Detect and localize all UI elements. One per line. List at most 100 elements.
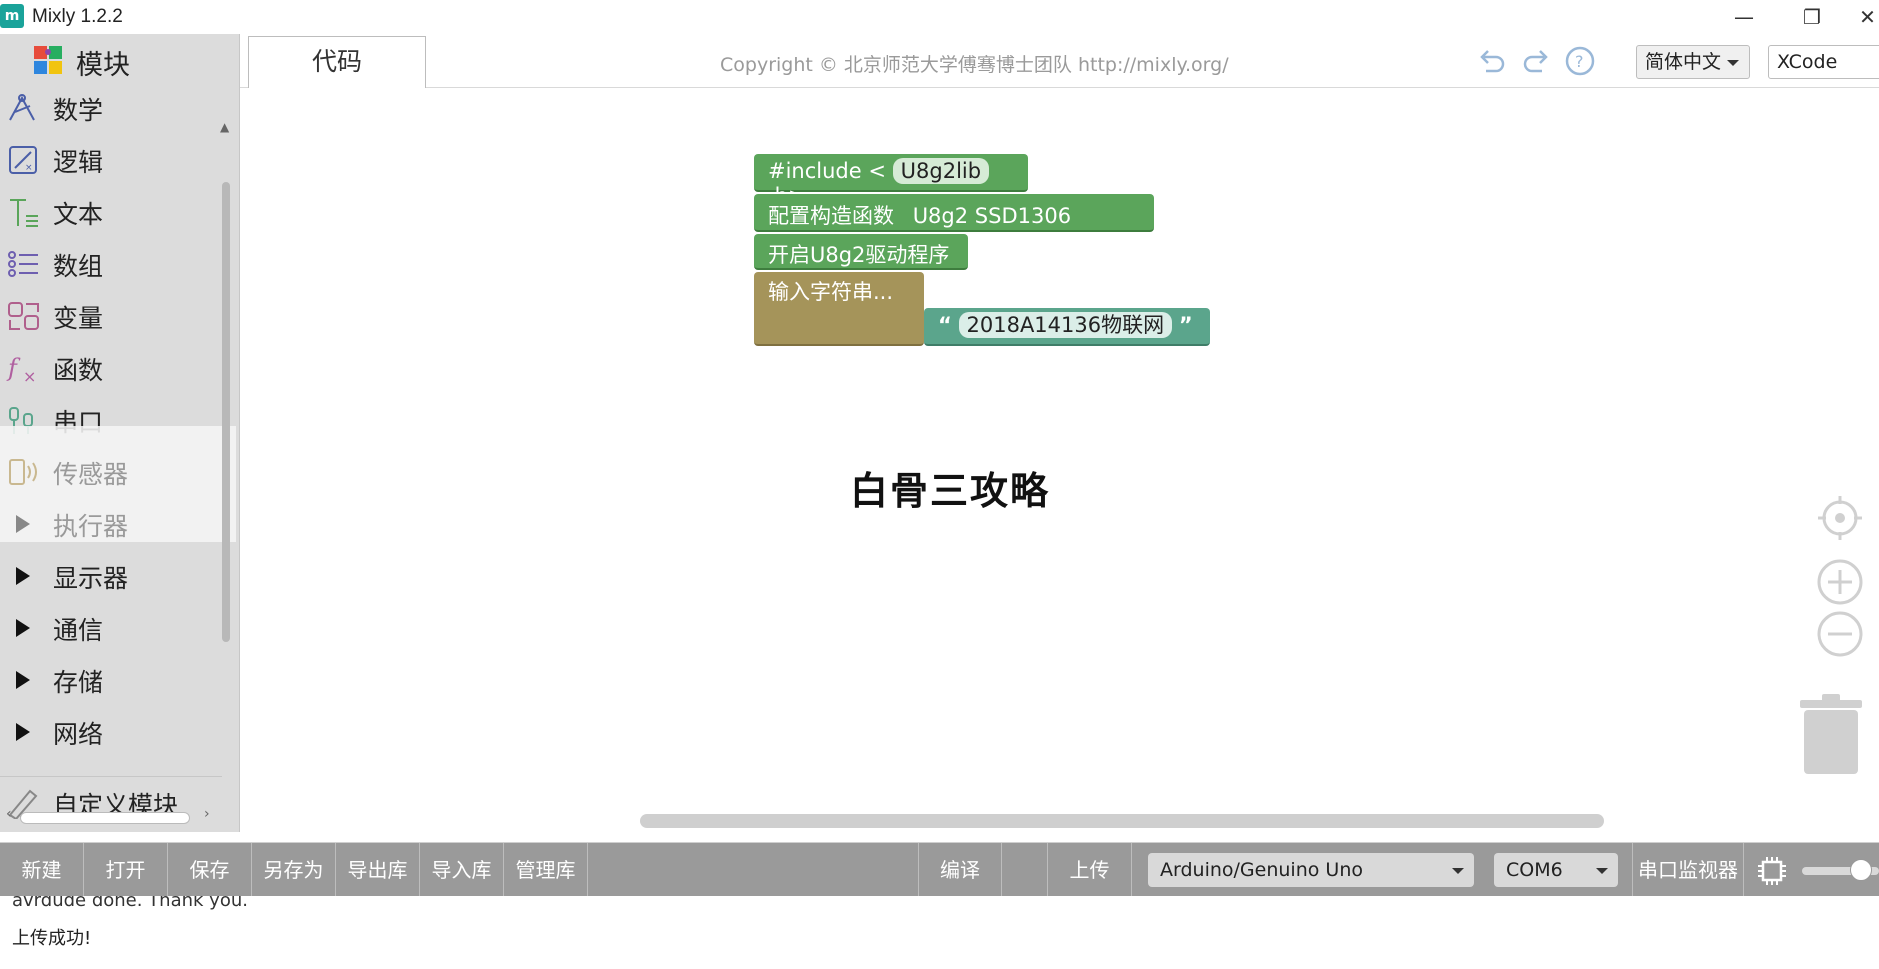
export-library-button[interactable]: 导出库	[336, 843, 420, 897]
title-bar: m Mixly 1.2.2 — ❐ ✕	[0, 0, 1879, 34]
slider-knob[interactable]	[1850, 859, 1872, 881]
language-select[interactable]: 简体中文	[1636, 45, 1750, 79]
sidebar-item-actuator[interactable]: 执行器	[0, 498, 222, 550]
console-line: avrdude done. Thank you.	[12, 896, 248, 911]
scroll-right-icon[interactable]: ›	[204, 806, 210, 822]
sidebar-item-sensor[interactable]: 传感器	[0, 446, 222, 498]
start-driver-block[interactable]: 开启U8g2驱动程序	[754, 234, 968, 270]
zoom-in-icon[interactable]	[1816, 558, 1864, 606]
port-value: COM6	[1506, 859, 1563, 881]
save-button[interactable]: 保存	[168, 843, 252, 897]
sidebar-item-display[interactable]: 显示器	[0, 550, 222, 602]
toolbar-separator	[1002, 843, 1048, 897]
start-driver-label: 开启U8g2驱动程序	[768, 243, 950, 267]
workspace-horizontal-scrollbar[interactable]	[640, 814, 1604, 828]
compile-button[interactable]: 编译	[918, 843, 1002, 897]
copyright-text: Copyright © 北京师范大学傅骞博士团队 http://mixly.or…	[720, 54, 1229, 76]
array-icon	[8, 251, 38, 277]
sensor-icon	[9, 459, 37, 485]
upload-button[interactable]: 上传	[1048, 843, 1132, 897]
variable-icon	[8, 302, 39, 330]
save-as-button[interactable]: 另存为	[252, 843, 336, 897]
new-button[interactable]: 新建	[0, 843, 84, 897]
scroll-left-icon[interactable]: ‹	[6, 806, 12, 822]
chip-icon[interactable]	[1756, 855, 1788, 887]
sidebar-item-function[interactable]: f × 函数	[0, 342, 222, 394]
include-prefix: #include <	[768, 159, 886, 183]
sidebar-item-label: 传感器	[53, 460, 129, 489]
zoom-out-icon[interactable]	[1816, 610, 1864, 658]
restore-button[interactable]: ❐	[1792, 4, 1832, 30]
sidebar-item-label: 存储	[53, 668, 104, 697]
minimize-button[interactable]: —	[1724, 4, 1764, 30]
center-target-icon[interactable]	[1816, 494, 1864, 542]
open-button[interactable]: 打开	[84, 843, 168, 897]
sidebar-item-label: 逻辑	[53, 148, 104, 177]
sidebar-item-storage[interactable]: 存储	[0, 654, 222, 706]
blockly-workspace[interactable]: #include < U8g2lib .h> 配置构造函数 U8g2 SSD13…	[240, 88, 1879, 832]
svg-text:f: f	[6, 354, 21, 382]
sidebar-item-label: 网络	[53, 720, 104, 749]
math-icon	[9, 94, 35, 121]
string-literal-block[interactable]: “ 2018A14136物联网 ”	[924, 308, 1210, 346]
svg-text:×: ×	[23, 367, 36, 384]
board-value: Arduino/Genuino Uno	[1160, 859, 1363, 881]
scrollbar-thumb[interactable]	[222, 182, 230, 642]
sidebar-horizontal-scrollbar[interactable]: ‹ ›	[6, 806, 216, 826]
language-value: 简体中文	[1645, 51, 1722, 73]
zoom-slider[interactable]	[1802, 859, 1879, 881]
close-quote-icon: ”	[1178, 313, 1193, 337]
help-icon[interactable]: ?	[1564, 45, 1596, 77]
sidebar-title: 模块	[76, 50, 130, 81]
sidebar-header: 模块	[0, 34, 239, 82]
redo-icon[interactable]	[1520, 45, 1552, 77]
puzzle-icon	[34, 46, 62, 74]
sidebar-item-variable[interactable]: 变量	[0, 290, 222, 342]
svg-text:?: ?	[1575, 52, 1584, 71]
sidebar-vertical-scrollbar[interactable]: ▲ ▼	[218, 82, 236, 822]
sidebar-item-array[interactable]: 数组	[0, 238, 222, 290]
trash-icon[interactable]	[1798, 694, 1864, 776]
text-icon	[10, 199, 38, 227]
sidebar-item-math[interactable]: 数学	[0, 82, 222, 134]
theme-select[interactable]: XCode	[1768, 45, 1879, 79]
sidebar-item-text[interactable]: 文本	[0, 186, 222, 238]
serial-monitor-button[interactable]: 串口监视器	[1632, 843, 1744, 897]
app-logo-icon: m	[0, 4, 24, 28]
expand-arrow-icon	[16, 567, 30, 585]
editor-topbar: 代码 Copyright © 北京师范大学傅骞博士团队 http://mixly…	[240, 34, 1879, 88]
logic-icon: ×	[9, 146, 37, 174]
manage-library-button[interactable]: 管理库	[504, 843, 588, 897]
chevron-down-icon	[1727, 60, 1739, 66]
sidebar-item-communication[interactable]: 通信	[0, 602, 222, 654]
chevron-down-icon	[1452, 868, 1464, 874]
include-lib-field[interactable]: U8g2lib	[892, 158, 990, 184]
expand-arrow-icon	[16, 515, 30, 533]
sidebar-item-label: 显示器	[53, 564, 129, 593]
sidebar-item-network[interactable]: 网络	[0, 706, 222, 758]
scrollbar-thumb[interactable]	[20, 812, 190, 824]
board-select[interactable]: Arduino/Genuino Uno	[1148, 853, 1474, 887]
sidebar-item-label: 函数	[53, 356, 104, 385]
print-string-block[interactable]: 输入字符串...	[754, 272, 924, 346]
tab-code[interactable]: 代码	[248, 36, 426, 88]
sidebar-item-label: 文本	[53, 200, 104, 229]
sidebar-item-logic[interactable]: × 逻辑	[0, 134, 222, 186]
include-block[interactable]: #include < U8g2lib .h>	[754, 154, 1028, 208]
string-value-field[interactable]: 2018A14136物联网	[958, 312, 1173, 338]
sidebar-item-label: 数学	[53, 96, 104, 125]
window-title: Mixly 1.2.2	[32, 6, 123, 27]
sidebar-item-label: 通信	[53, 616, 104, 645]
port-select[interactable]: COM6	[1494, 853, 1618, 887]
import-library-button[interactable]: 导入库	[420, 843, 504, 897]
console-line: 上传成功!	[12, 928, 92, 949]
constructor-block[interactable]: 配置构造函数 U8g2 SSD1306 128X64	[754, 194, 1154, 254]
svg-text:×: ×	[25, 163, 33, 173]
overlay-caption: 白骨三攻略	[850, 469, 1051, 513]
constructor-label: 配置构造函数	[768, 204, 894, 228]
scroll-up-icon[interactable]: ▲	[220, 120, 229, 134]
sidebar-item-label: 变量	[53, 304, 104, 333]
undo-icon[interactable]	[1476, 45, 1508, 77]
sidebar-item-label: 执行器	[53, 512, 129, 541]
close-button[interactable]: ✕	[1856, 4, 1879, 30]
